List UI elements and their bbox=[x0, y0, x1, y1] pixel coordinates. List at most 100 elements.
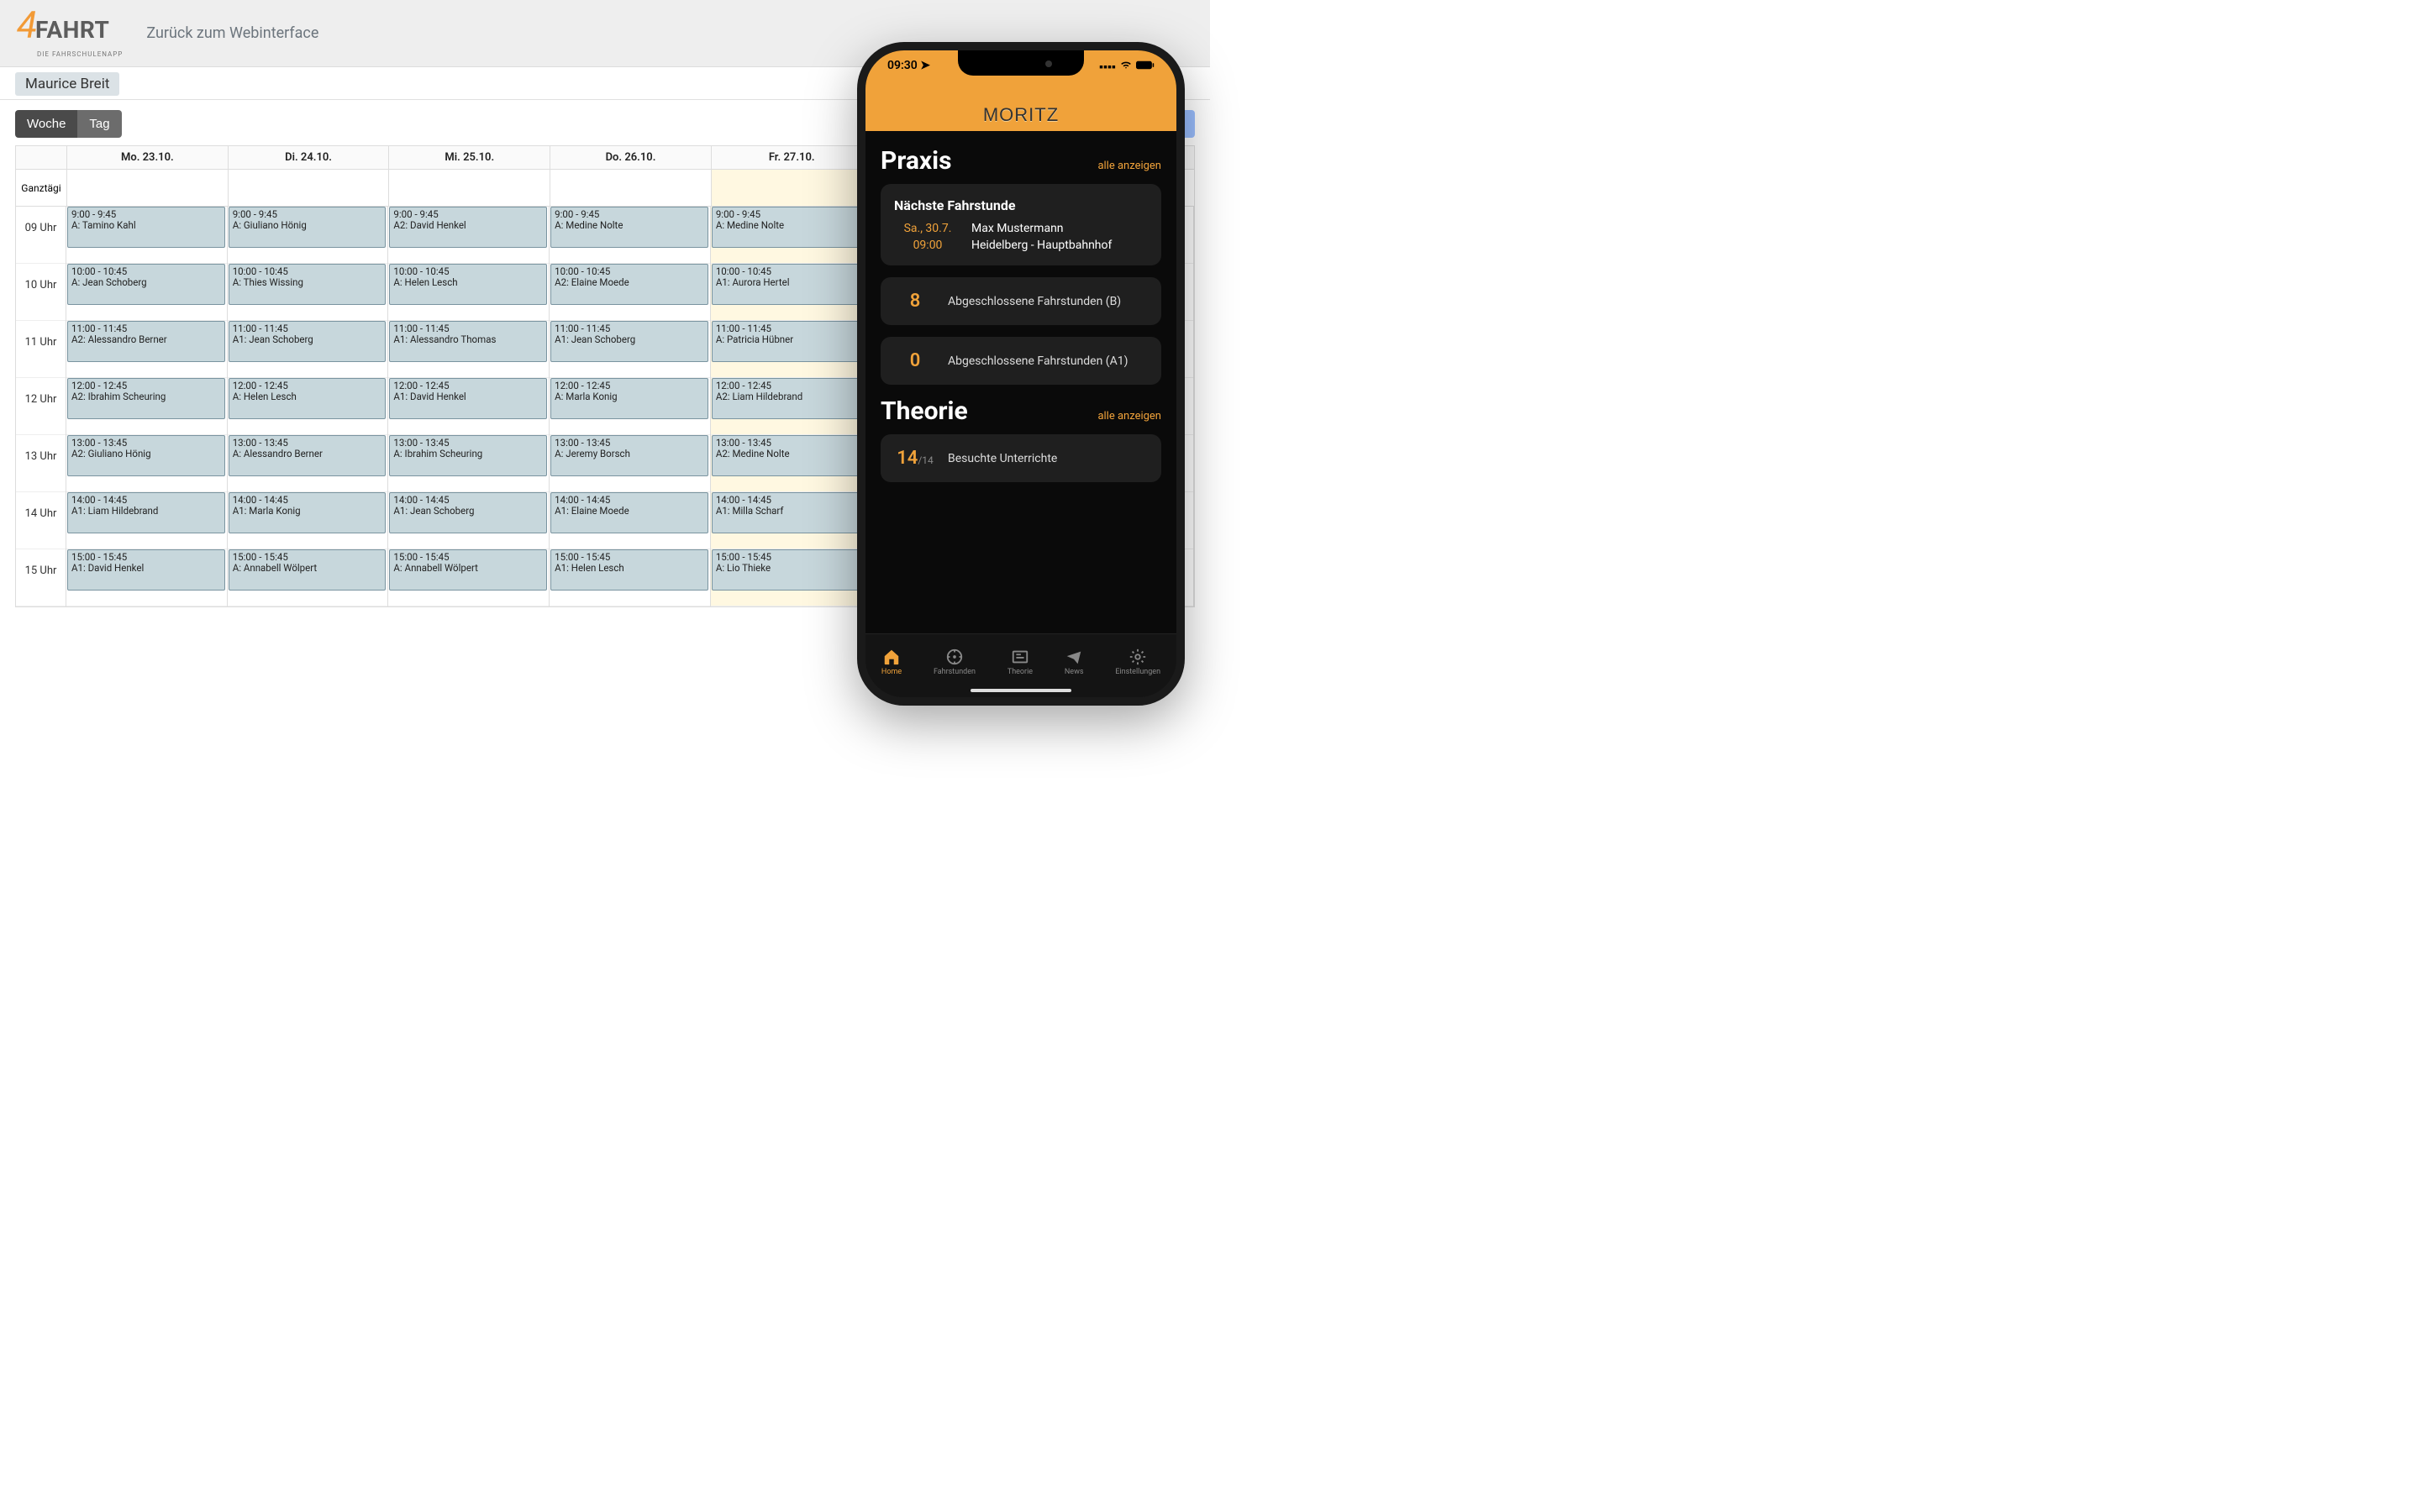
allday-cell[interactable] bbox=[388, 170, 550, 206]
time-label: 09 Uhr bbox=[16, 207, 66, 264]
next-lesson-date: Sa., 30.7. bbox=[894, 222, 961, 235]
phone-tab-bar: Home Fahrstunden Theorie News Einstellungen bbox=[865, 633, 1176, 697]
tab-fahrstunden[interactable]: Fahrstunden bbox=[934, 648, 976, 676]
event-title: A2: David Henkel bbox=[393, 220, 543, 231]
calendar-event[interactable]: 10:00 - 10:45A: Thies Wissing bbox=[229, 264, 387, 305]
next-lesson-location: Heidelberg - Hauptbahnhof bbox=[971, 239, 1148, 252]
calendar-event[interactable]: 12:00 - 12:45A2: Ibrahim Scheuring bbox=[67, 378, 225, 419]
calendar-event[interactable]: 14:00 - 14:45A1: Jean Schoberg bbox=[389, 492, 547, 533]
calendar-event[interactable]: 11:00 - 11:45A1: Jean Schoberg bbox=[229, 321, 387, 362]
event-title: A1: Elaine Moede bbox=[555, 506, 704, 517]
calendar-event[interactable]: 9:00 - 9:45A: Giuliano Hönig bbox=[229, 207, 387, 248]
event-title: A1: Jean Schoberg bbox=[233, 334, 382, 345]
event-title: A2: Ibrahim Scheuring bbox=[71, 391, 221, 402]
calendar-event[interactable]: 12:00 - 12:45A: Helen Lesch bbox=[229, 378, 387, 419]
calendar-event[interactable]: 11:00 - 11:45A1: Alessandro Thomas bbox=[389, 321, 547, 362]
allday-cell[interactable] bbox=[550, 170, 711, 206]
tab-news[interactable]: News bbox=[1065, 648, 1084, 676]
calendar-event[interactable]: 13:00 - 13:45A2: Giuliano Hönig bbox=[67, 435, 225, 476]
view-day-button[interactable]: Tag bbox=[77, 110, 121, 138]
steering-wheel-icon bbox=[945, 648, 964, 666]
calendar-event[interactable]: 12:00 - 12:45A: Marla Konig bbox=[550, 378, 708, 419]
tab-label: Home bbox=[881, 668, 902, 676]
logo-subtitle: DIE FAHRSCHULENAPP bbox=[37, 50, 123, 58]
calendar-event[interactable]: 9:00 - 9:45A: Tamino Kahl bbox=[67, 207, 225, 248]
calendar-event[interactable]: 15:00 - 15:45A1: David Henkel bbox=[67, 549, 225, 591]
day-column[interactable]: 9:00 - 9:45A: Tamino Kahl 10:00 - 10:45A:… bbox=[66, 207, 228, 606]
calendar-event[interactable]: 15:00 - 15:45A: Annabell Wölpert bbox=[229, 549, 387, 591]
calendar-event[interactable]: 14:00 - 14:45A1: Milla Scharf bbox=[712, 492, 870, 533]
calendar-event[interactable]: 15:00 - 15:45A: Lio Thieke bbox=[712, 549, 870, 591]
time-label: 12 Uhr bbox=[16, 378, 66, 435]
next-lesson-time: 09:00 bbox=[894, 239, 961, 252]
tab-einstellungen[interactable]: Einstellungen bbox=[1115, 648, 1160, 676]
calendar-event[interactable]: 11:00 - 11:45A1: Jean Schoberg bbox=[550, 321, 708, 362]
status-time: 09:30 bbox=[887, 59, 918, 72]
calendar-event[interactable]: 11:00 - 11:45A: Patricia Hübner bbox=[712, 321, 870, 362]
time-label: 10 Uhr bbox=[16, 264, 66, 321]
next-lesson-card[interactable]: Nächste Fahrstunde Sa., 30.7. Max Muster… bbox=[881, 184, 1161, 265]
calendar-event[interactable]: 14:00 - 14:45A1: Liam Hildebrand bbox=[67, 492, 225, 533]
calendar-event[interactable]: 10:00 - 10:45A: Helen Lesch bbox=[389, 264, 547, 305]
day-column[interactable]: 9:00 - 9:45A: Medine Nolte 10:00 - 10:45A… bbox=[550, 207, 711, 606]
event-title: A1: David Henkel bbox=[71, 563, 221, 574]
event-title: A: Jeremy Borsch bbox=[555, 449, 704, 459]
calendar-event[interactable]: 9:00 - 9:45A: Medine Nolte bbox=[550, 207, 708, 248]
next-lesson-heading: Nächste Fahrstunde bbox=[894, 197, 1148, 213]
completed-b-count: 8 bbox=[894, 291, 936, 312]
phone-mockup: 09:30 ➤ ▪▪▪▪ MORITZ Praxis alle anzeigen bbox=[857, 42, 1185, 706]
calendar-event[interactable]: 9:00 - 9:45A2: David Henkel bbox=[389, 207, 547, 248]
event-title: A1: Marla Konig bbox=[233, 506, 382, 517]
calendar-event[interactable]: 13:00 - 13:45A: Jeremy Borsch bbox=[550, 435, 708, 476]
praxis-show-all-link[interactable]: alle anzeigen bbox=[1097, 160, 1161, 172]
tab-home[interactable]: Home bbox=[881, 648, 902, 676]
megaphone-icon bbox=[1065, 648, 1083, 666]
event-title: A2: Giuliano Hönig bbox=[71, 449, 221, 459]
calendar-event[interactable]: 13:00 - 13:45A: Ibrahim Scheuring bbox=[389, 435, 547, 476]
event-title: A: Tamino Kahl bbox=[71, 220, 221, 231]
allday-cell[interactable] bbox=[228, 170, 389, 206]
calendar-event[interactable]: 14:00 - 14:45A1: Marla Konig bbox=[229, 492, 387, 533]
calendar-event[interactable]: 10:00 - 10:45A: Jean Schoberg bbox=[67, 264, 225, 305]
calendar-event[interactable]: 14:00 - 14:45A1: Elaine Moede bbox=[550, 492, 708, 533]
time-label: 11 Uhr bbox=[16, 321, 66, 378]
allday-cell[interactable] bbox=[66, 170, 228, 206]
allday-cell[interactable] bbox=[711, 170, 872, 206]
completed-a1-label: Abgeschlossene Fahrstunden (A1) bbox=[948, 354, 1148, 368]
time-label: 13 Uhr bbox=[16, 435, 66, 492]
view-week-button[interactable]: Woche bbox=[15, 110, 77, 138]
location-icon: ➤ bbox=[920, 59, 930, 72]
calendar-event[interactable]: 10:00 - 10:45A2: Elaine Moede bbox=[550, 264, 708, 305]
view-toggle: Woche Tag bbox=[15, 110, 122, 138]
day-header: Mi. 25.10. bbox=[388, 146, 550, 169]
user-chip[interactable]: Maurice Breit bbox=[15, 72, 119, 96]
wifi-icon bbox=[1120, 59, 1132, 74]
day-column[interactable]: 9:00 - 9:45A2: David Henkel 10:00 - 10:45… bbox=[388, 207, 550, 606]
day-column[interactable]: 9:00 - 9:45A: Medine Nolte 10:00 - 10:45A… bbox=[711, 207, 872, 606]
theorie-show-all-link[interactable]: alle anzeigen bbox=[1097, 410, 1161, 423]
day-header: Do. 26.10. bbox=[550, 146, 711, 169]
signal-icon: ▪▪▪▪ bbox=[1099, 60, 1116, 74]
calendar-event[interactable]: 11:00 - 11:45A2: Alessandro Berner bbox=[67, 321, 225, 362]
completed-b-card[interactable]: 8 Abgeschlossene Fahrstunden (B) bbox=[881, 277, 1161, 325]
calendar-event[interactable]: 13:00 - 13:45A: Alessandro Berner bbox=[229, 435, 387, 476]
calendar-event[interactable]: 15:00 - 15:45A: Annabell Wölpert bbox=[389, 549, 547, 591]
tab-theorie[interactable]: Theorie bbox=[1007, 648, 1033, 676]
calendar-event[interactable]: 15:00 - 15:45A1: Helen Lesch bbox=[550, 549, 708, 591]
day-column[interactable]: 9:00 - 9:45A: Giuliano Hönig 10:00 - 10:4… bbox=[228, 207, 389, 606]
battery-icon bbox=[1136, 60, 1155, 73]
event-title: A1: Jean Schoberg bbox=[393, 506, 543, 517]
completed-a1-card[interactable]: 0 Abgeschlossene Fahrstunden (A1) bbox=[881, 337, 1161, 385]
phone-content[interactable]: Praxis alle anzeigen Nächste Fahrstunde … bbox=[865, 131, 1176, 633]
calendar-event[interactable]: 12:00 - 12:45A2: Liam Hildebrand bbox=[712, 378, 870, 419]
event-title: A: Helen Lesch bbox=[393, 277, 543, 288]
event-title: A: Annabell Wölpert bbox=[393, 563, 543, 574]
calendar-event[interactable]: 12:00 - 12:45A1: David Henkel bbox=[389, 378, 547, 419]
event-title: A2: Medine Nolte bbox=[716, 449, 865, 459]
calendar-event[interactable]: 13:00 - 13:45A2: Medine Nolte bbox=[712, 435, 870, 476]
calendar-event[interactable]: 10:00 - 10:45A1: Aurora Hertel bbox=[712, 264, 870, 305]
calendar-event[interactable]: 9:00 - 9:45A: Medine Nolte bbox=[712, 207, 870, 248]
back-to-web-link[interactable]: Zurück zum Webinterface bbox=[146, 24, 318, 42]
theorie-attended-card[interactable]: 14/14 Besuchte Unterrichte bbox=[881, 434, 1161, 482]
logo-text: FAHRT bbox=[35, 16, 109, 44]
